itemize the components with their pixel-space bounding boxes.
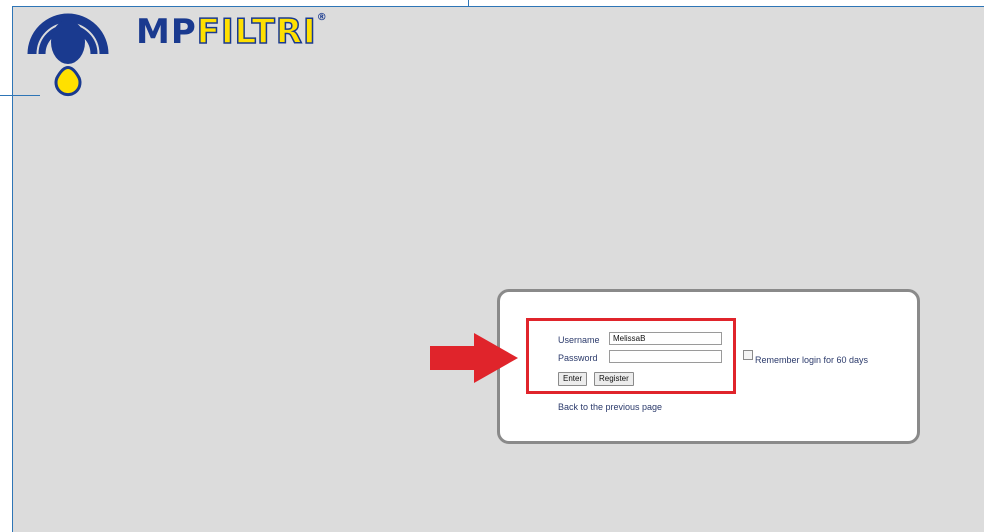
arrow-right-icon [430,333,518,383]
highlight-box [526,318,736,394]
back-link[interactable]: Back to the previous page [558,402,662,412]
remember-label: Remember login for 60 days [755,355,869,365]
mpfiltri-logo: MPFILTRI® [18,4,327,104]
logo-wordmark: MPFILTRI® [136,11,328,53]
logo-drop-icon [27,13,109,97]
remember-checkbox[interactable] [743,350,753,360]
